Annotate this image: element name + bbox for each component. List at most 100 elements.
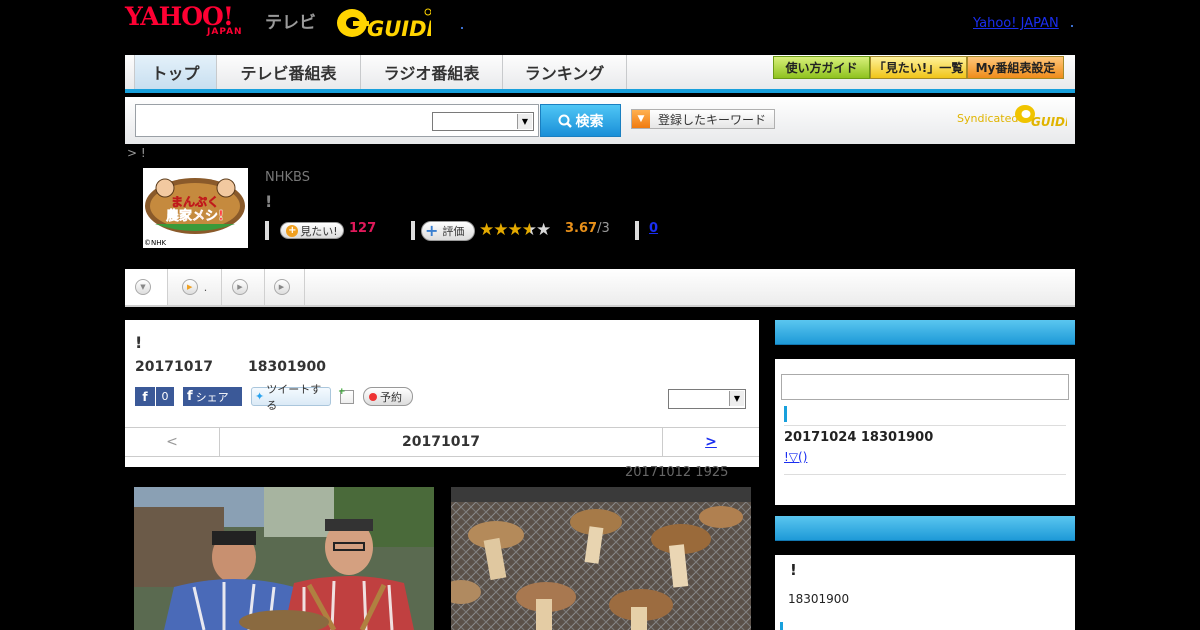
my-schedule-settings-button[interactable]: My番組表設定 (967, 56, 1064, 79)
plus-icon: + (425, 221, 439, 240)
episode-photo-mushrooms (451, 487, 751, 630)
related-program-title: ! (790, 561, 797, 579)
rate-label: 評価 (442, 225, 465, 238)
subtab-4[interactable]: ▶ (265, 269, 305, 305)
want-to-watch-button[interactable]: + 見たい! (280, 222, 344, 239)
tweet-button[interactable]: ✦ ツイートする (251, 383, 331, 412)
rating-score-value: 3.67 (565, 221, 598, 236)
share-row: f 0 f シェア ✦ ツイートする + 予約 (135, 383, 413, 412)
down-arrow-icon: ▼ (135, 279, 151, 295)
rating-stars: ★★★★★ (479, 220, 551, 240)
saved-keywords-label: 登録したキーワード (658, 112, 767, 127)
gguide-logo[interactable]: GUIDE (335, 6, 431, 40)
hosts-photo-art (134, 487, 434, 630)
next-date-link[interactable]: > (663, 428, 759, 456)
sidebar-divider (784, 425, 1066, 426)
sidebar-section-marker (780, 622, 783, 630)
search-button-label: 検索 (575, 113, 604, 130)
program-title: ! (265, 192, 273, 211)
tab-radio-schedule[interactable]: ラジオ番組表 (361, 55, 503, 89)
subtab-2[interactable]: ▶ . (168, 269, 222, 305)
record-icon (369, 392, 377, 401)
facebook-icon: f (135, 387, 155, 406)
review-count-link[interactable]: 0 (649, 221, 658, 236)
saved-keywords-button[interactable]: ▼ 登録したキーワード (631, 109, 775, 129)
facebook-share-label: シェア (195, 390, 229, 404)
upcoming-broadcast-link[interactable]: !▽() (784, 450, 807, 464)
date-navigation: < 20171017 > (125, 427, 759, 457)
program-channel: NHKBS (265, 170, 310, 185)
svg-text:GUIDE: GUIDE (1031, 115, 1067, 129)
stat-divider (265, 221, 269, 240)
sidebar-section-marker (784, 406, 787, 422)
play-icon: ▶ (232, 279, 248, 295)
previous-broadcast-info: 20171012 1925 (625, 465, 729, 480)
program-thumbnail: まんぷく 農家メシ! ©NHK (143, 168, 248, 248)
yahoo-japan-link[interactable]: Yahoo! JAPAN (973, 16, 1059, 31)
sidebar-upcoming-box: 20171024 18301900 !▽() (775, 320, 1075, 505)
watch-list-button[interactable]: 「見たい!」一覧 (870, 56, 967, 79)
rate-button[interactable]: + 評価 (421, 221, 475, 241)
syndicated-label: Syndicated (957, 112, 1019, 125)
breadcrumb[interactable]: > ! (127, 146, 146, 160)
rating-score: 3.67/3 (565, 221, 610, 236)
nav-utility-buttons: 使い方ガイド 「見たい!」一覧 My番組表設定 (773, 56, 1064, 79)
star-icon: ★ (507, 220, 523, 240)
sidebar-input[interactable] (781, 374, 1069, 400)
search-bar: ▼ 検索 ▼ 登録したキーワード Syndicated GUIDE (125, 97, 1075, 144)
star-icon: ★ (493, 220, 508, 240)
reserve-button[interactable]: 予約 (363, 387, 413, 406)
episode-panel: ! 20171017 18301900 f 0 f シェア ✦ ツイートする +… (125, 320, 759, 467)
reserve-label: 予約 (380, 390, 402, 404)
subtab-3[interactable]: ▶ (222, 269, 265, 305)
site-header: YAHOO! JAPAN テレビ GUIDE Yahoo! JAPAN (125, 0, 1075, 55)
subtab-2-label: . (203, 280, 208, 294)
tv-logo-text[interactable]: テレビ (265, 8, 316, 33)
episode-photo-hosts (134, 487, 434, 630)
half-star-icon: ★ (521, 220, 537, 240)
stat-divider (411, 221, 415, 240)
star-icon: ★ (479, 220, 494, 240)
upcoming-broadcast-date: 20171024 18301900 (784, 430, 934, 445)
subtab-1[interactable]: ▼ (125, 269, 168, 305)
twitter-bird-icon: ✦ (255, 390, 265, 403)
want-to-watch-label: 見たい! (300, 224, 338, 238)
thumbnail-credit: ©NHK (144, 239, 167, 247)
plus-icon: + (286, 224, 299, 237)
current-date-label: 20171017 (220, 428, 663, 456)
chevron-down-icon: ▼ (729, 391, 744, 406)
related-program-time: 18301900 (788, 592, 850, 606)
svg-text:農家メシ!: 農家メシ! (166, 208, 224, 224)
want-to-watch-count: 127 (349, 221, 377, 236)
syndicated-gguide-logo: GUIDE (1015, 105, 1067, 129)
episode-time: 18301900 (248, 359, 326, 375)
dropdown-arrow-icon: ▼ (632, 110, 650, 128)
program-subtabs: ▼ ▶ . ▶ ▶ (125, 269, 1075, 307)
sidebar-related-box: ! 18301900 (775, 516, 1075, 630)
episode-select[interactable]: ▼ (668, 389, 746, 409)
tab-top[interactable]: トップ (135, 55, 217, 89)
add-calendar-icon[interactable]: + (338, 386, 354, 404)
mushrooms-photo-art (451, 487, 751, 630)
tab-tv-schedule[interactable]: テレビ番組表 (217, 55, 361, 89)
search-button[interactable]: 検索 (540, 104, 621, 137)
rating-score-total: /3 (597, 221, 610, 236)
tweet-label: ツイートする (266, 382, 322, 412)
facebook-like-count: 0 (155, 387, 174, 406)
play-icon: ▶ (273, 279, 290, 295)
tab-ranking[interactable]: ランキング (503, 55, 627, 89)
episode-title: ! (135, 333, 143, 352)
episode-date: 20171017 (135, 359, 213, 375)
chevron-down-icon: ▼ (517, 114, 532, 129)
plus-icon: + (338, 386, 346, 397)
stat-divider (635, 221, 639, 240)
global-nav: トップ テレビ番組表 ラジオ番組表 ランキング 使い方ガイド 「見たい!」一覧 … (125, 55, 1075, 93)
search-category-select[interactable]: ▼ (432, 112, 534, 131)
header-dot (461, 27, 463, 29)
empty-star-icon: ★ (536, 220, 551, 240)
facebook-like-button[interactable]: f 0 (135, 387, 174, 406)
usage-guide-button[interactable]: 使い方ガイド (773, 56, 870, 79)
previous-date-button[interactable]: < (125, 428, 220, 456)
svg-text:GUIDE: GUIDE (367, 17, 431, 40)
facebook-share-button[interactable]: f シェア (183, 387, 242, 406)
